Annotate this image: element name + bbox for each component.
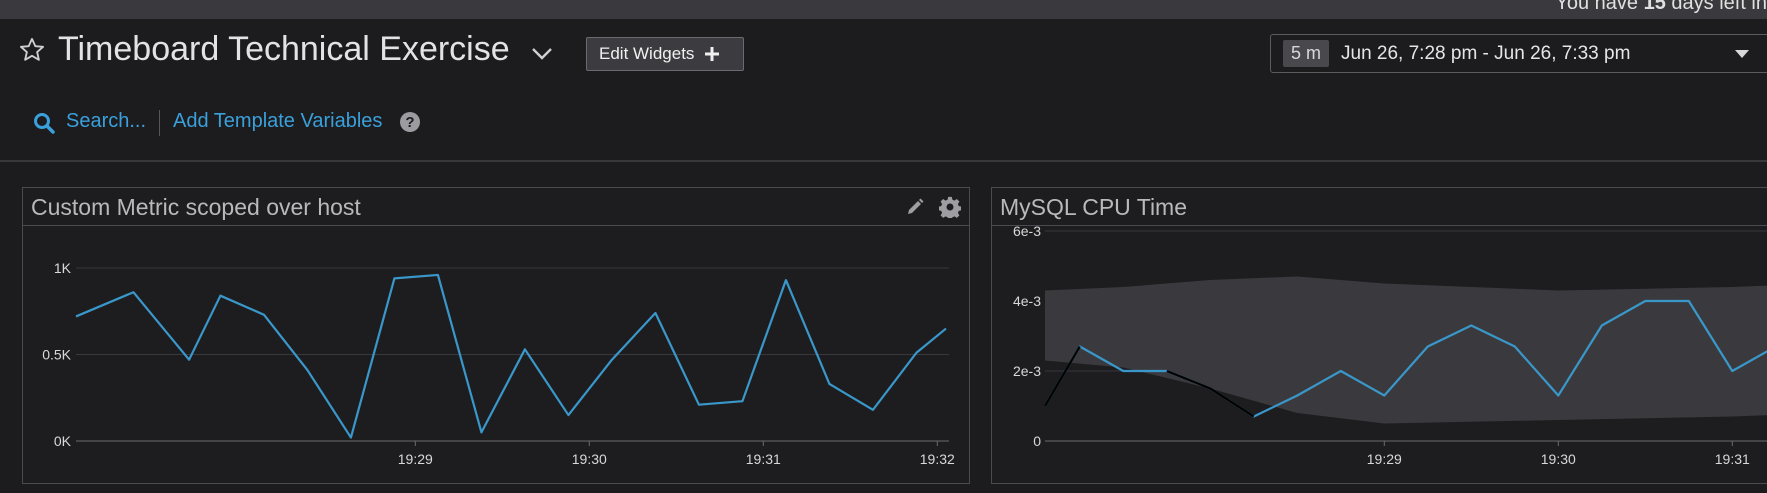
caret-down-icon[interactable]: [1735, 49, 1749, 59]
y-tick-label: 0: [1033, 433, 1041, 449]
anomaly-band: [1045, 276, 1767, 424]
y-tick-label: 0.5K: [42, 347, 71, 363]
widget-custom-metric: Custom Metric scoped over host 1K 0.5K 0K 1…: [22, 187, 970, 484]
gear-icon[interactable]: [939, 196, 961, 218]
widget-header: MySQL CPU Time: [992, 188, 1767, 226]
time-span-badge: 5 m: [1283, 40, 1330, 67]
time-range-label: Jun 26, 7:28 pm - Jun 26, 7:33 pm: [1341, 42, 1631, 64]
help-icon[interactable]: ?: [399, 111, 421, 133]
trial-banner: You have 15 days left in: [0, 0, 1767, 19]
widget-title: Custom Metric scoped over host: [31, 194, 361, 220]
x-tick-label: 19:29: [398, 451, 433, 467]
add-template-variables-link[interactable]: Add Template Variables: [173, 110, 382, 133]
header-divider: [0, 160, 1767, 162]
widget-header: Custom Metric scoped over host: [23, 188, 969, 226]
y-tick-label: 4e-3: [1013, 293, 1041, 309]
widget-title: MySQL CPU Time: [1000, 194, 1188, 220]
y-tick-label: 6e-3: [1013, 225, 1041, 239]
pencil-icon[interactable]: [905, 197, 925, 217]
svg-text:?: ?: [405, 114, 414, 131]
x-tick-label: 19:30: [572, 451, 607, 467]
search-icon[interactable]: [33, 112, 55, 134]
edit-widgets-button[interactable]: Edit Widgets: [586, 37, 744, 71]
y-tick-label: 1K: [54, 260, 72, 276]
trial-text: You have 15 days left in: [1555, 0, 1767, 14]
star-icon[interactable]: [18, 36, 46, 64]
x-tick-label: 19:29: [1367, 451, 1402, 467]
page-title: Timeboard Technical Exercise: [58, 30, 510, 68]
widget-mysql-cpu: MySQL CPU Time 6e-3 4e-3 2e-3 0 19:29 19:30 19…: [991, 187, 1767, 484]
search-link[interactable]: Search...: [66, 110, 146, 133]
y-tick-label: 0K: [54, 433, 72, 449]
plus-icon: [705, 47, 720, 61]
x-tick-label: 19:32: [920, 451, 955, 467]
mysql-cpu-chart: 6e-34e-32e-3019:2919:3019:3119:32: [1013, 225, 1767, 467]
y-tick-label: 2e-3: [1013, 363, 1041, 379]
custom-metric-chart: 1K0.5K0K19:2919:3019:3119:3219:3: [42, 260, 955, 467]
chevron-down-icon[interactable]: [530, 44, 554, 62]
time-range-picker[interactable]: 5 m Jun 26, 7:28 pm - Jun 26, 7:33 pm: [1270, 34, 1767, 73]
series-line: [75, 273, 947, 439]
x-tick-label: 19:30: [1541, 451, 1576, 467]
edit-widgets-label: Edit Widgets: [599, 44, 695, 63]
filter-divider: [159, 110, 160, 136]
x-tick-label: 19:31: [1715, 451, 1750, 467]
x-tick-label: 19:31: [746, 451, 781, 467]
